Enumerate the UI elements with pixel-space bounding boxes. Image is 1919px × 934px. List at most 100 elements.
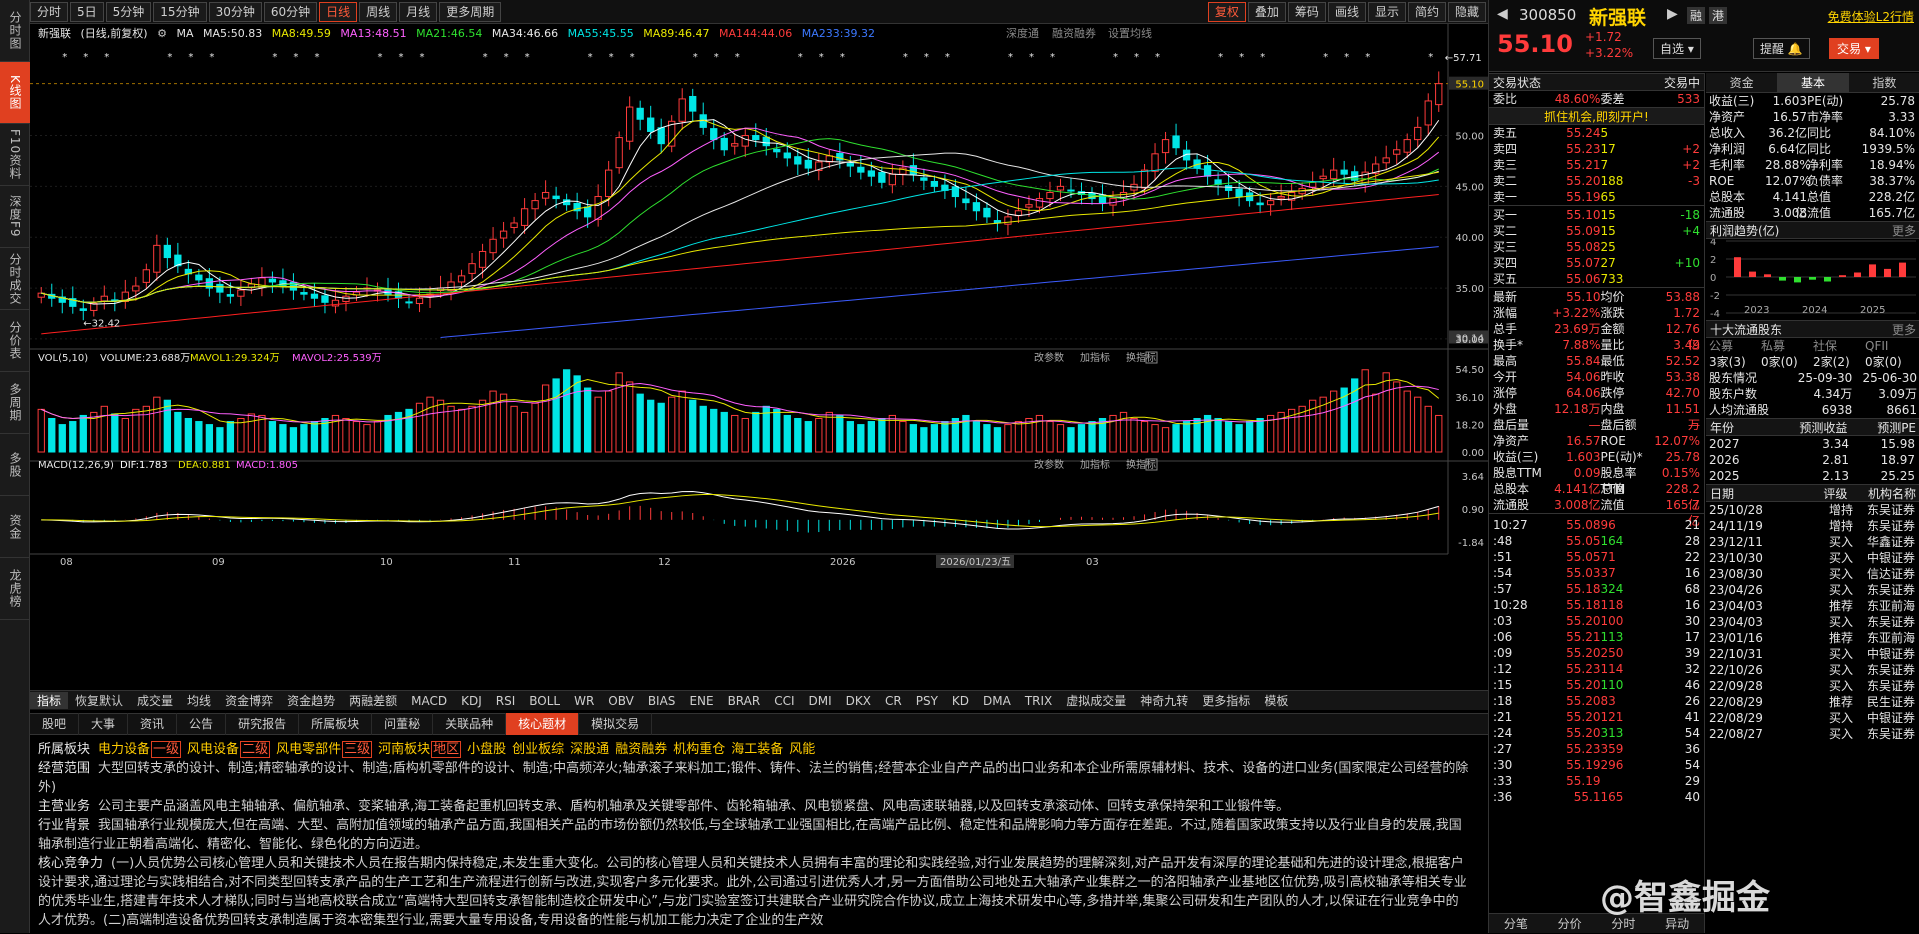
indicator-tab-14[interactable]: ENE — [682, 694, 720, 708]
period-0[interactable]: 分时 — [30, 1, 69, 22]
period-6[interactable]: 日线 — [319, 1, 358, 22]
rating-row[interactable]: 22/08/29 买入 中银证券 — [1706, 710, 1919, 726]
chart-area[interactable]: 55.10 50.00 45.00 40.00 35.00 30.14 30.00 ←57.7… — [30, 24, 1488, 692]
left-tab-2[interactable]: F10资料 — [0, 124, 30, 186]
sector-tag[interactable]: 风电设备 二级 — [187, 741, 271, 758]
rating-row[interactable]: 25/10/28 增持 东吴证券 — [1706, 502, 1919, 518]
remind-button[interactable]: 提醒 🔔 — [1753, 38, 1810, 59]
open-account-link[interactable]: 抓住机会,即刻开户! — [1489, 107, 1704, 125]
sector-tag[interactable]: 河南板块 地区 — [378, 741, 462, 758]
f10-tab-4[interactable]: 研究报告 — [226, 713, 300, 735]
indicator-tab-19[interactable]: CR — [878, 694, 909, 708]
indicator-tab-27[interactable]: 模板 — [1257, 692, 1295, 709]
indicator-tab-1[interactable]: 恢复默认 — [68, 692, 130, 709]
sector-tag[interactable]: 电力设备 一级 — [98, 741, 182, 758]
indicator-tab-5[interactable]: 资金趋势 — [280, 692, 342, 709]
kline-chart[interactable]: 55.1050.0045.0040.0035.0030.1430.00←57.7… — [30, 24, 1488, 690]
period-4[interactable]: 30分钟 — [208, 1, 262, 22]
sector-tag[interactable]: 融资融券 — [615, 742, 667, 757]
sector-tag[interactable]: 小盘股 — [467, 742, 506, 757]
rating-row[interactable]: 23/08/30 买入 信达证券 — [1706, 566, 1919, 582]
indicator-tab-6[interactable]: 两融差额 — [342, 692, 404, 709]
left-tab-1[interactable]: K线图 — [0, 62, 30, 124]
rating-row[interactable]: 24/11/19 增持 东吴证券 — [1706, 518, 1919, 534]
rating-row[interactable]: 23/01/16 推荐 东亚前海 — [1706, 630, 1919, 646]
sector-tag[interactable]: 海工装备 — [731, 742, 783, 757]
f10-tab-6[interactable]: 问董秘 — [372, 713, 434, 735]
tool-3[interactable]: 画线 — [1327, 2, 1366, 22]
rating-row[interactable]: 22/08/29 推荐 民生证券 — [1706, 694, 1919, 710]
tool-4[interactable]: 显示 — [1367, 2, 1406, 22]
indicator-tab-13[interactable]: BIAS — [641, 694, 683, 708]
l2-trial-link[interactable]: 免费体验L2行情 — [1828, 8, 1914, 25]
left-tab-9[interactable]: 龙虎榜 — [0, 558, 30, 620]
tick-tab-1[interactable]: 分价 — [1543, 914, 1597, 933]
sector-tag[interactable]: 创业板综 — [512, 742, 564, 757]
rating-row[interactable]: 22/09/28 买入 东吴证券 — [1706, 678, 1919, 694]
tick-tab-0[interactable]: 分笔 — [1489, 914, 1543, 933]
period-9[interactable]: 更多周期 — [439, 1, 502, 22]
rating-row[interactable]: 22/10/31 买入 中银证券 — [1706, 646, 1919, 662]
left-tab-8[interactable]: 资金 — [0, 496, 30, 558]
rating-row[interactable]: 23/04/26 买入 东吴证券 — [1706, 582, 1919, 598]
f10-tab-7[interactable]: 关联品种 — [433, 713, 507, 735]
indicator-tab-9[interactable]: RSI — [489, 694, 523, 708]
f10-tab-2[interactable]: 资讯 — [128, 713, 178, 735]
indicator-tab-21[interactable]: KD — [945, 694, 976, 708]
fund-tab-0[interactable]: 资金 — [1706, 73, 1777, 92]
f10-tab-8[interactable]: 核心题材 — [506, 713, 580, 735]
left-tab-0[interactable]: 分时图 — [0, 0, 30, 62]
tool-0[interactable]: 复权 — [1207, 2, 1246, 22]
rating-row[interactable]: 23/10/30 买入 中银证券 — [1706, 550, 1919, 566]
period-5[interactable]: 60分钟 — [263, 1, 318, 22]
fund-tab-1[interactable]: 基本 — [1777, 73, 1849, 92]
indicator-tab-2[interactable]: 成交量 — [130, 692, 180, 709]
indicator-tab-25[interactable]: 神奇九转 — [1133, 692, 1195, 709]
f10-tab-0[interactable]: 股吧 — [30, 713, 80, 735]
indicator-tab-10[interactable]: BOLL — [522, 694, 567, 708]
indicator-tab-20[interactable]: PSY — [909, 694, 945, 708]
indicator-tab-18[interactable]: DKX — [839, 694, 878, 708]
left-tab-3[interactable]: 深度F9 — [0, 186, 30, 248]
sector-tag[interactable]: 深股通 — [570, 742, 609, 757]
sector-tag[interactable]: 风电零部件 三级 — [276, 741, 373, 758]
watchlist-button[interactable]: 自选 ▾ — [1653, 38, 1701, 59]
indicator-tab-7[interactable]: MACD — [404, 694, 454, 708]
left-tab-6[interactable]: 多周期 — [0, 372, 30, 434]
indicator-tab-15[interactable]: BRAR — [721, 694, 768, 708]
tool-6[interactable]: 隐藏 — [1447, 2, 1486, 22]
period-8[interactable]: 月线 — [399, 1, 438, 22]
indicator-tab-3[interactable]: 均线 — [180, 692, 218, 709]
rating-row[interactable]: 22/10/26 买入 东吴证券 — [1706, 662, 1919, 678]
indicator-tab-12[interactable]: OBV — [601, 694, 641, 708]
panel-button-0[interactable]: 改参数 — [1034, 458, 1064, 471]
tool-2[interactable]: 筹码 — [1287, 2, 1326, 22]
indicator-tab-4[interactable]: 资金博弈 — [218, 692, 280, 709]
indicator-tab-16[interactable]: CCI — [767, 694, 801, 708]
rating-row[interactable]: 23/04/03 买入 东吴证券 — [1706, 614, 1919, 630]
fund-tab-2[interactable]: 指数 — [1849, 73, 1919, 92]
next-stock-icon[interactable]: ▶ — [1667, 6, 1678, 22]
period-2[interactable]: 5分钟 — [105, 1, 152, 22]
f10-tab-1[interactable]: 大事 — [79, 713, 129, 735]
trade-button[interactable]: 交易 ▾ — [1829, 38, 1879, 59]
left-tab-7[interactable]: 多股 — [0, 434, 30, 496]
sector-tag[interactable]: 风能 — [789, 742, 815, 757]
indicator-tab-24[interactable]: 虚拟成交量 — [1059, 692, 1133, 709]
sector-tag[interactable]: 机构重仓 — [673, 742, 725, 757]
period-3[interactable]: 15分钟 — [153, 1, 207, 22]
tool-5[interactable]: 简约 — [1407, 2, 1446, 22]
settings-icon[interactable]: ⚙ — [157, 27, 167, 40]
period-7[interactable]: 周线 — [359, 1, 398, 22]
left-tab-4[interactable]: 分时成交 — [0, 248, 30, 310]
f10-tab-3[interactable]: 公告 — [177, 713, 227, 735]
panel-button-1[interactable]: 加指标 — [1080, 351, 1110, 364]
f10-tab-9[interactable]: 模拟交易 — [579, 713, 653, 735]
indicator-tab-11[interactable]: WR — [567, 694, 601, 708]
period-1[interactable]: 5日 — [70, 1, 104, 22]
indicator-tab-23[interactable]: TRIX — [1018, 694, 1059, 708]
rating-row[interactable]: 23/04/03 推荐 东亚前海 — [1706, 598, 1919, 614]
left-tab-5[interactable]: 分价表 — [0, 310, 30, 372]
prev-stock-icon[interactable]: ◀ — [1497, 6, 1508, 22]
indicator-tab-17[interactable]: DMI — [802, 694, 839, 708]
